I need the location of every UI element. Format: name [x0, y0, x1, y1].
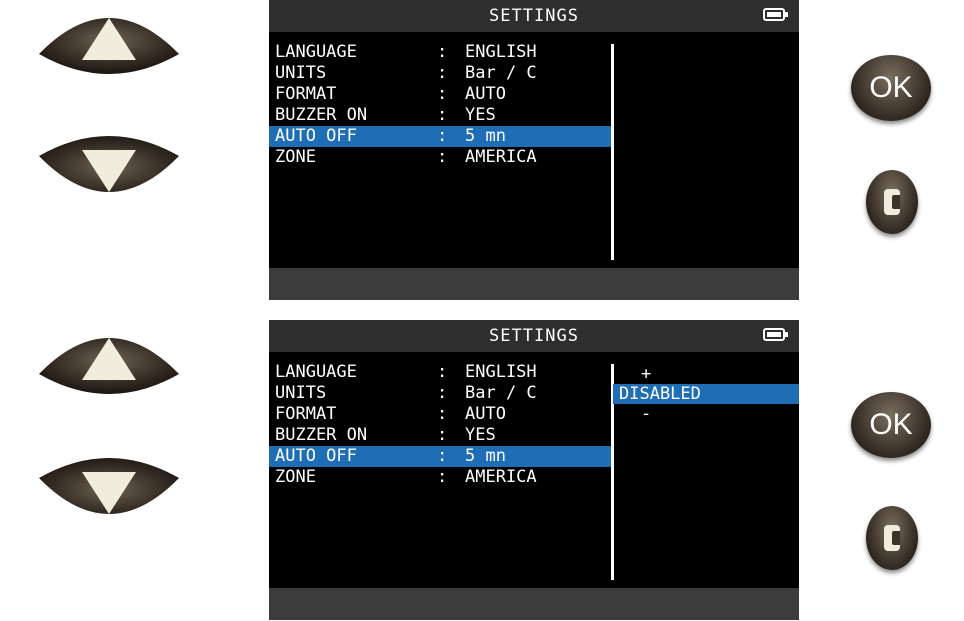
setting-value: ENGLISH [465, 42, 537, 62]
battery-icon [763, 328, 788, 341]
settings-row-units[interactable]: UNITS : Bar / C [269, 383, 611, 404]
setting-label: AUTO OFF [275, 446, 357, 466]
screen-title: SETTINGS [489, 6, 579, 26]
setting-separator: : [437, 425, 448, 445]
setting-label: LANGUAGE [275, 362, 357, 382]
setting-label: FORMAT [275, 84, 337, 104]
settings-row-auto-off[interactable]: AUTO OFF : 5 mn [269, 126, 611, 147]
setting-separator: : [437, 84, 448, 104]
setting-value: YES [465, 425, 496, 445]
ok-button[interactable]: OK [851, 55, 931, 121]
setting-value: AMERICA [465, 147, 537, 167]
setting-value: AUTO [465, 404, 506, 424]
setting-value: AUTO [465, 84, 506, 104]
ok-button-label: OK [869, 71, 913, 104]
clear-button[interactable] [866, 506, 918, 570]
up-arrow-icon [39, 338, 179, 394]
up-arrow-button[interactable] [34, 2, 184, 82]
screen-title: SETTINGS [489, 326, 579, 346]
down-arrow-icon [39, 136, 179, 192]
ok-button-label: OK [869, 408, 913, 441]
setting-value: 5 mn [465, 446, 506, 466]
device-screen: SETTINGS LANGUAGE : ENGLISH UNITS : Bar … [269, 320, 799, 620]
setting-label: ZONE [275, 147, 316, 167]
down-arrow-button[interactable] [34, 450, 184, 530]
setting-separator: : [437, 467, 448, 487]
settings-row-buzzer[interactable]: BUZZER ON : YES [269, 425, 611, 446]
settings-row-format[interactable]: FORMAT : AUTO [269, 404, 611, 425]
status-bar [269, 588, 799, 620]
settings-row-auto-off[interactable]: AUTO OFF : 5 mn [269, 446, 611, 467]
settings-row-buzzer[interactable]: BUZZER ON : YES [269, 105, 611, 126]
settings-row-format[interactable]: FORMAT : AUTO [269, 84, 611, 105]
setting-separator: : [437, 383, 448, 403]
clear-button[interactable] [866, 170, 918, 234]
title-bar: SETTINGS [269, 0, 799, 32]
settings-row-language[interactable]: LANGUAGE : ENGLISH [269, 42, 611, 63]
status-bar [269, 268, 799, 300]
setting-separator: : [437, 42, 448, 62]
up-arrow-icon [39, 18, 179, 74]
battery-icon [763, 8, 788, 21]
settings-list: LANGUAGE : ENGLISH UNITS : Bar / C FORMA… [269, 42, 611, 168]
setting-separator: : [437, 126, 448, 146]
setting-label: AUTO OFF [275, 126, 357, 146]
up-arrow-button[interactable] [34, 322, 184, 402]
settings-row-units[interactable]: UNITS : Bar / C [269, 63, 611, 84]
setting-label: FORMAT [275, 404, 337, 424]
setting-label: LANGUAGE [275, 42, 357, 62]
setting-label: UNITS [275, 383, 327, 403]
setting-separator: : [437, 63, 448, 83]
option-disabled[interactable]: DISABLED [613, 384, 799, 404]
title-bar: SETTINGS [269, 320, 799, 352]
setting-label: BUZZER ON [275, 105, 368, 125]
clear-icon [884, 525, 900, 551]
settings-list: LANGUAGE : ENGLISH UNITS : Bar / C FORMA… [269, 362, 611, 488]
setting-separator: : [437, 147, 448, 167]
ok-button[interactable]: OK [851, 392, 931, 458]
device-screen: SETTINGS LANGUAGE : ENGLISH UNITS : Bar … [269, 0, 799, 300]
setting-value: YES [465, 105, 496, 125]
setting-value: Bar / C [465, 383, 537, 403]
setting-label: UNITS [275, 63, 327, 83]
setting-value: ENGLISH [465, 362, 537, 382]
setting-separator: : [437, 446, 448, 466]
down-arrow-icon [39, 458, 179, 514]
setting-label: ZONE [275, 467, 316, 487]
option-list: + DISABLED - [613, 364, 799, 424]
setting-value: 5 mn [465, 126, 506, 146]
setting-label: BUZZER ON [275, 425, 368, 445]
panel-divider [611, 44, 614, 260]
clear-icon [884, 189, 900, 215]
setting-value: Bar / C [465, 63, 537, 83]
option-increase[interactable]: + [613, 364, 799, 384]
setting-separator: : [437, 362, 448, 382]
settings-row-language[interactable]: LANGUAGE : ENGLISH [269, 362, 611, 383]
settings-row-zone[interactable]: ZONE : AMERICA [269, 147, 611, 168]
option-decrease[interactable]: - [613, 404, 799, 424]
setting-separator: : [437, 404, 448, 424]
settings-row-zone[interactable]: ZONE : AMERICA [269, 467, 611, 488]
down-arrow-button[interactable] [34, 128, 184, 208]
setting-value: AMERICA [465, 467, 537, 487]
setting-separator: : [437, 105, 448, 125]
